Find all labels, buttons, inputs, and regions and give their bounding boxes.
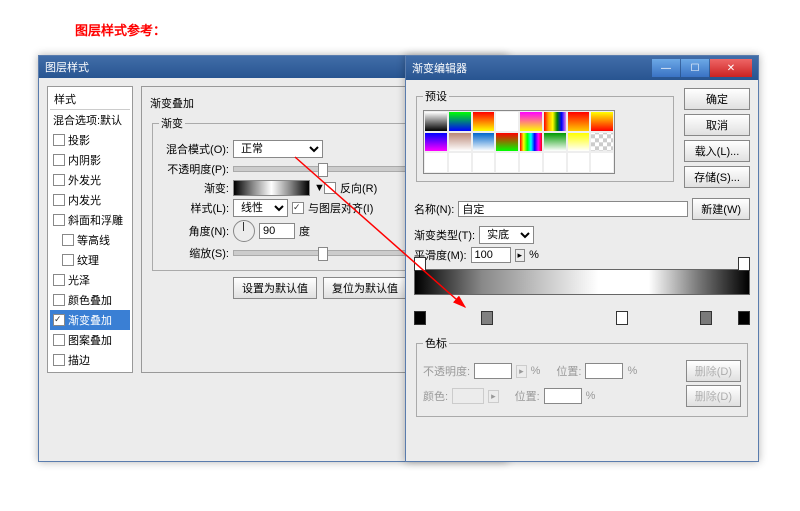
style-item-4[interactable]: 斜面和浮雕 [50, 210, 130, 230]
style-label: 纹理 [77, 252, 99, 268]
style-checkbox[interactable] [53, 174, 65, 186]
style-checkbox[interactable] [53, 314, 65, 326]
window-title: 图层样式 [45, 59, 89, 75]
style-checkbox[interactable] [53, 354, 65, 366]
scale-label: 缩放(S): [159, 245, 229, 261]
blend-mode-label: 混合模式(O): [159, 141, 229, 157]
load-button[interactable]: 载入(L)... [684, 140, 750, 162]
smooth-input[interactable] [471, 247, 511, 263]
titlebar[interactable]: 渐变编辑器 — ☐ ✕ [406, 56, 758, 80]
delete-color-stop: 删除(D) [686, 385, 741, 407]
deg: 度 [299, 223, 310, 239]
style-checkbox[interactable] [62, 234, 74, 246]
annotation-note: 图层样式参考： [75, 20, 166, 39]
style-label: 投影 [68, 132, 90, 148]
style-label: 光泽 [68, 272, 90, 288]
style-checkbox[interactable] [53, 334, 65, 346]
reverse-checkbox[interactable] [324, 182, 336, 194]
name-label: 名称(N): [414, 201, 454, 217]
style-checkbox[interactable] [53, 294, 65, 306]
style-label: 等高线 [77, 232, 110, 248]
stop-pos-label: 位置: [556, 363, 581, 379]
presets-label: 预设 [423, 88, 449, 104]
gradient-label: 渐变: [159, 180, 229, 196]
align-label: 与图层对齐(I) [308, 200, 373, 216]
style-label: 渐变叠加 [68, 312, 112, 328]
scale-slider[interactable] [233, 250, 427, 256]
group-legend: 渐变 [159, 115, 185, 131]
reverse-label: 反向(R) [340, 180, 377, 196]
style-checkbox[interactable] [62, 254, 74, 266]
style-item-11[interactable]: 描边 [50, 350, 130, 370]
style-label: 描边 [68, 352, 90, 368]
new-button[interactable]: 新建(W) [692, 198, 750, 220]
cancel-button[interactable]: 取消 [684, 114, 750, 136]
style-item-1[interactable]: 内阴影 [50, 150, 130, 170]
style-label: 颜色叠加 [68, 292, 112, 308]
align-checkbox[interactable] [292, 202, 304, 214]
opacity-slider[interactable] [233, 166, 427, 172]
stops-group: 色标 不透明度: ▸% 位置: % 删除(D) 颜色: ▸ 位置: % 删除(D… [416, 335, 748, 417]
style-checkbox[interactable] [53, 154, 65, 166]
style-label: 内发光 [68, 192, 101, 208]
reset-default-button[interactable]: 复位为默认值 [323, 277, 407, 299]
angle-dial[interactable] [233, 220, 255, 242]
style-checkbox[interactable] [53, 194, 65, 206]
gradient-bar-editor[interactable] [414, 269, 750, 329]
style-label: 斜面和浮雕 [68, 212, 123, 228]
stop-opacity-input [474, 363, 512, 379]
stop-color-swatch [452, 388, 484, 404]
delete-opacity-stop: 删除(D) [686, 360, 741, 382]
style-select[interactable]: 线性 [233, 199, 288, 217]
type-select[interactable]: 实底 [479, 226, 534, 244]
angle-label: 角度(N): [159, 223, 229, 239]
style-item-7[interactable]: 光泽 [50, 270, 130, 290]
blending-options-default[interactable]: 混合选项:默认 [50, 110, 130, 130]
style-list: 样式 混合选项:默认 投影内阴影外发光内发光斜面和浮雕等高线纹理光泽颜色叠加渐变… [47, 86, 133, 373]
style-item-10[interactable]: 图案叠加 [50, 330, 130, 350]
gradient-swatch[interactable] [233, 180, 310, 196]
ok-button[interactable]: 确定 [684, 88, 750, 110]
stops-label: 色标 [423, 335, 449, 351]
name-input[interactable] [458, 201, 688, 217]
stop-opacity-label: 不透明度: [423, 363, 470, 379]
style-item-9[interactable]: 渐变叠加 [50, 310, 130, 330]
style-item-3[interactable]: 内发光 [50, 190, 130, 210]
style-checkbox[interactable] [53, 134, 65, 146]
style-item-6[interactable]: 纹理 [50, 250, 130, 270]
type-label: 渐变类型(T): [414, 227, 475, 243]
presets-group: 预设 [416, 88, 674, 182]
opacity-label: 不透明度(P): [159, 161, 229, 177]
minimize-button[interactable]: — [652, 59, 680, 77]
style-item-2[interactable]: 外发光 [50, 170, 130, 190]
gradient-editor-dialog: 渐变编辑器 — ☐ ✕ 预设 确定 取消 载入(L)... 存储(S)... [405, 55, 759, 462]
smooth-dropdown[interactable]: ▸ [515, 249, 526, 262]
close-button[interactable]: ✕ [710, 59, 752, 77]
preset-grid[interactable] [423, 110, 615, 174]
angle-input[interactable] [259, 223, 295, 239]
style-label: 外发光 [68, 172, 101, 188]
style-label: 样式(L): [159, 200, 229, 216]
style-item-0[interactable]: 投影 [50, 130, 130, 150]
style-checkbox[interactable] [53, 214, 65, 226]
style-item-8[interactable]: 颜色叠加 [50, 290, 130, 310]
set-default-button[interactable]: 设置为默认值 [233, 277, 317, 299]
maximize-button[interactable]: ☐ [681, 59, 709, 77]
blend-mode-select[interactable]: 正常 [233, 140, 323, 158]
window-title: 渐变编辑器 [412, 60, 467, 76]
style-list-header: 样式 [50, 89, 130, 110]
style-checkbox[interactable] [53, 274, 65, 286]
stop-pos-input [585, 363, 623, 379]
save-button[interactable]: 存储(S)... [684, 166, 750, 188]
style-item-5[interactable]: 等高线 [50, 230, 130, 250]
stop-color-label: 颜色: [423, 388, 448, 404]
style-label: 图案叠加 [68, 332, 112, 348]
style-label: 内阴影 [68, 152, 101, 168]
stop-color-pos-input [544, 388, 582, 404]
